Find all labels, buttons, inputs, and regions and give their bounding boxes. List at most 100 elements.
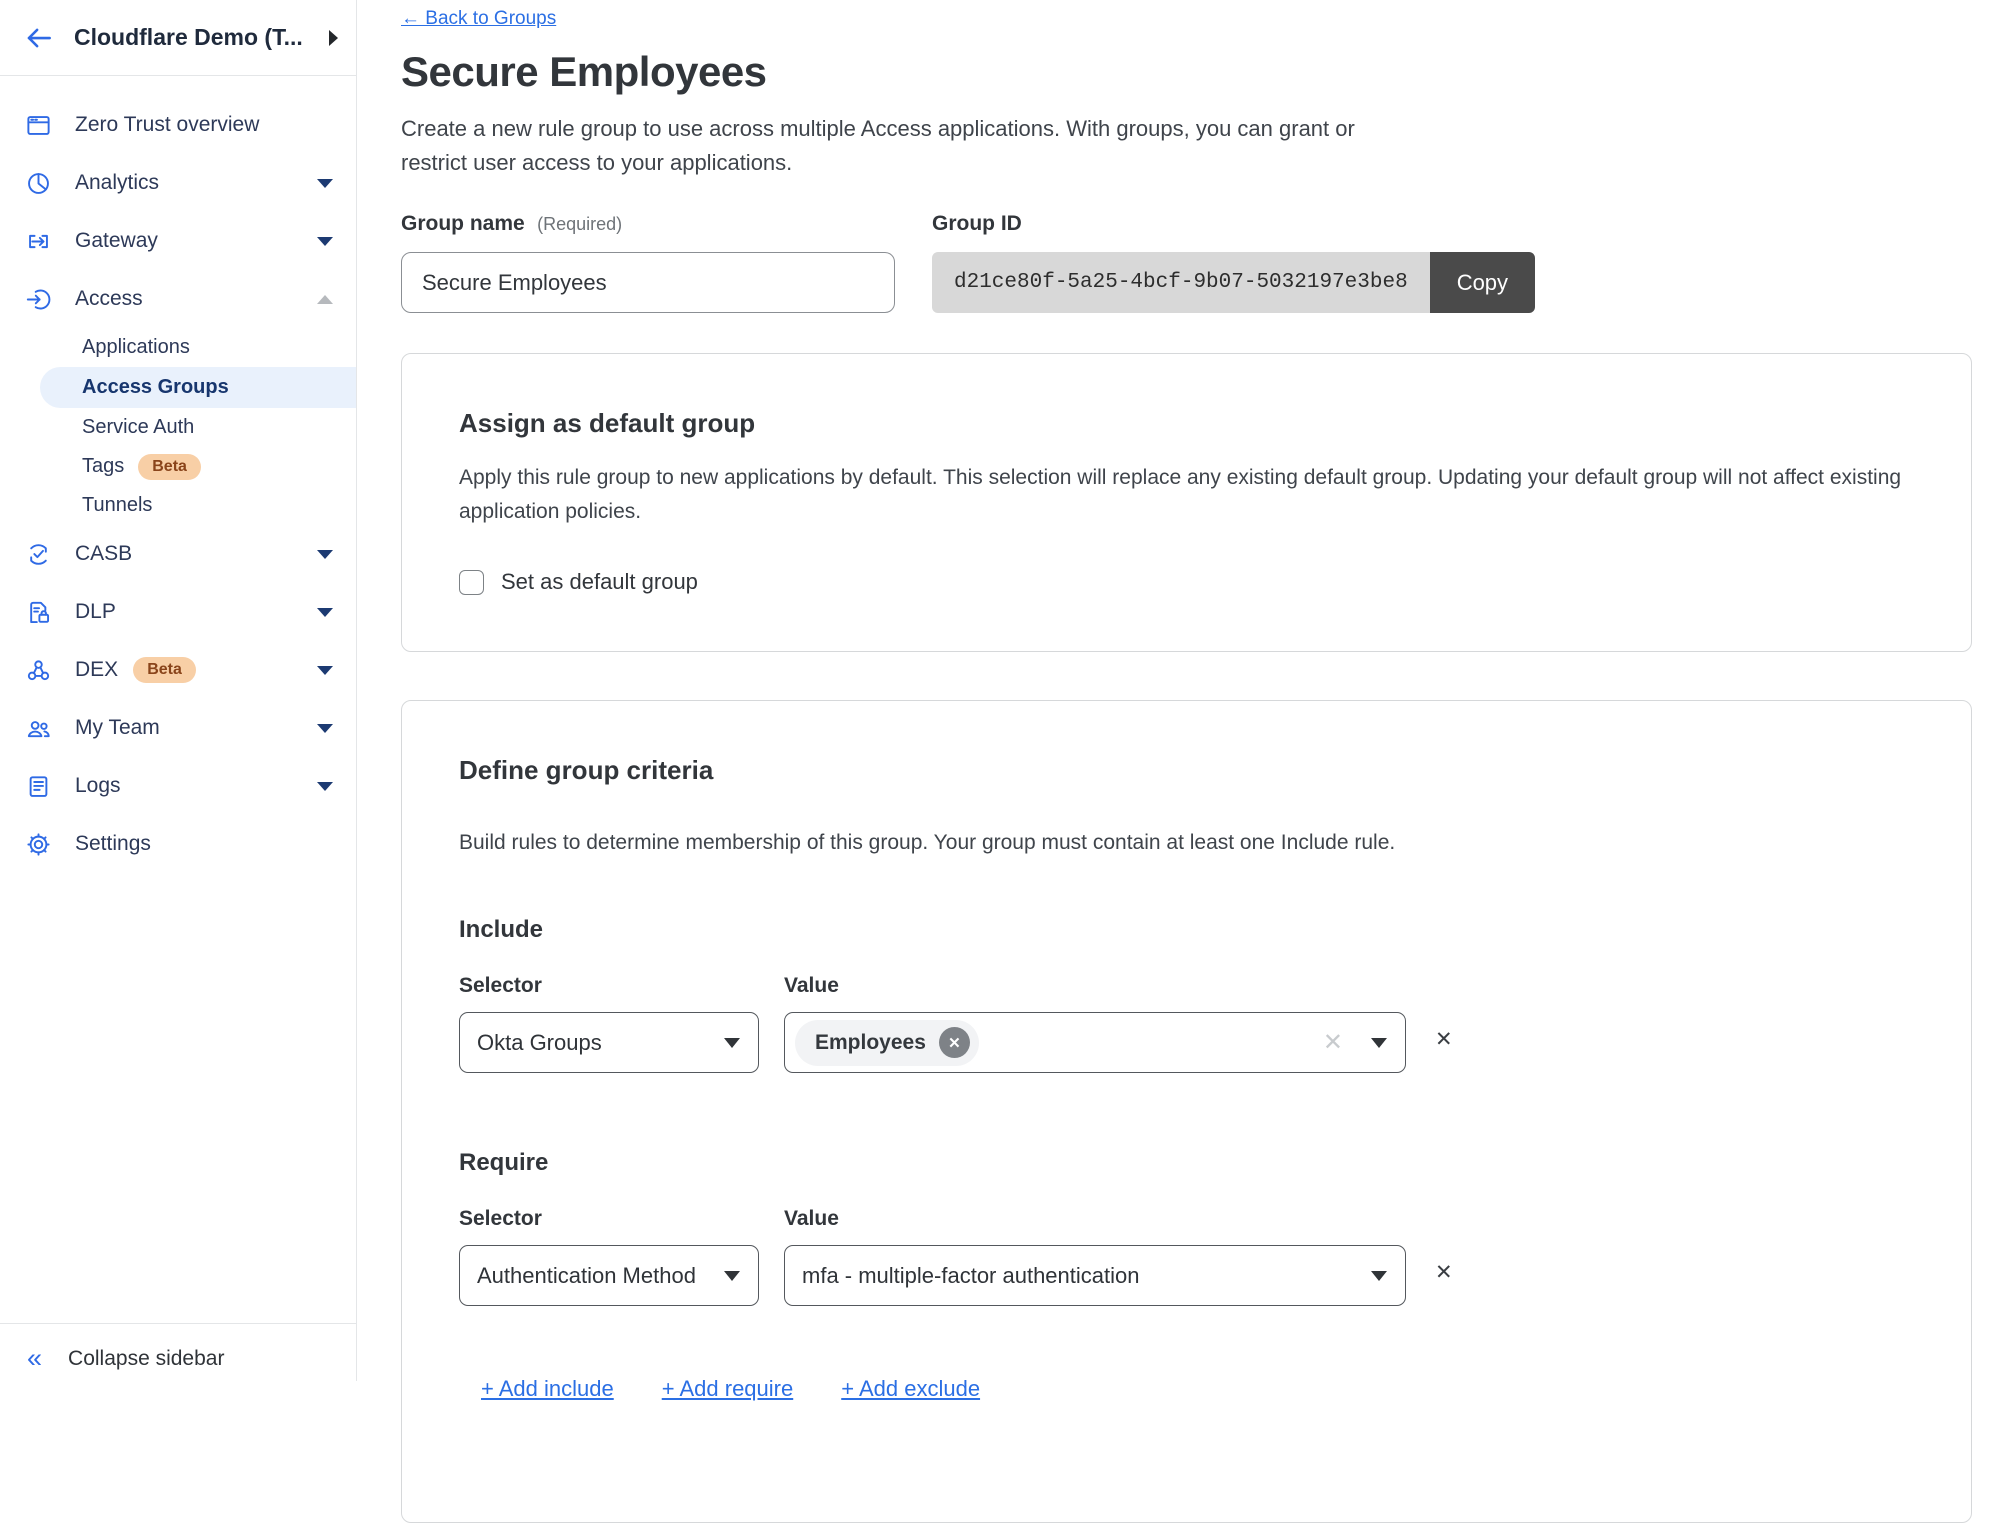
sidebar-item-label: My Team (75, 716, 294, 740)
chevron-down-icon (724, 1271, 740, 1281)
chevron-right-icon[interactable] (329, 30, 338, 46)
chevron-down-icon (1371, 1038, 1387, 1048)
clear-values-icon[interactable]: ✕ (1323, 1031, 1343, 1055)
default-group-body: Apply this rule group to new application… (459, 461, 1914, 529)
sidebar-item-dlp[interactable]: DLP (0, 583, 356, 641)
default-group-card: Assign as default group Apply this rule … (401, 353, 1972, 652)
add-require-link[interactable]: + Add require (662, 1376, 793, 1402)
page-title: Secure Employees (401, 48, 1972, 96)
logs-list-icon (25, 773, 52, 800)
sidebar-item-applications[interactable]: Applications (0, 328, 356, 367)
require-rule-row: Selector Authentication Method Value mfa… (459, 1207, 1914, 1306)
remove-tag-icon[interactable]: ✕ (939, 1027, 970, 1058)
chevron-down-icon[interactable] (317, 237, 333, 246)
sidebar-item-analytics[interactable]: Analytics (0, 154, 356, 212)
set-default-group-checkbox-row[interactable]: Set as default group (459, 569, 1914, 595)
include-selector-dropdown[interactable]: Okta Groups (459, 1012, 759, 1073)
sidebar-item-casb[interactable]: CASB (0, 525, 356, 583)
sidebar-item-dex[interactable]: DEX Beta (0, 641, 356, 699)
sidebar-item-label: Access (75, 287, 294, 311)
sidebar-subitem-label: Tags (82, 455, 124, 478)
chevron-down-icon[interactable] (317, 724, 333, 733)
chevron-down-icon (724, 1038, 740, 1048)
beta-badge: Beta (138, 454, 201, 480)
include-value-label: Value (784, 974, 1406, 998)
sidebar-item-label: Analytics (75, 171, 294, 195)
sidebar-item-logs[interactable]: Logs (0, 757, 356, 815)
remove-require-rule-icon[interactable]: ✕ (1435, 1262, 1453, 1283)
chevron-down-icon (1371, 1271, 1387, 1281)
sidebar-item-my-team[interactable]: My Team (0, 699, 356, 757)
set-default-group-checkbox[interactable] (459, 570, 484, 595)
group-name-label: Group name (401, 212, 525, 235)
sidebar-item-label: DLP (75, 600, 294, 624)
group-name-field: Group name (Required) (401, 212, 895, 313)
account-name[interactable]: Cloudflare Demo (T... (74, 24, 309, 51)
require-selector-label: Selector (459, 1207, 759, 1231)
document-lock-icon (25, 599, 52, 626)
criteria-card: Define group criteria Build rules to det… (401, 700, 1972, 1523)
group-id-label: Group ID (932, 212, 1535, 236)
sidebar-item-label: Logs (75, 774, 294, 798)
sidebar-item-gateway[interactable]: Gateway (0, 212, 356, 270)
criteria-heading: Define group criteria (459, 755, 1914, 786)
sidebar-item-settings[interactable]: Settings (0, 815, 356, 873)
chevron-up-icon[interactable] (317, 295, 333, 304)
add-include-link[interactable]: + Add include (481, 1376, 614, 1402)
chevron-down-icon[interactable] (317, 782, 333, 791)
required-hint: (Required) (537, 214, 622, 234)
sidebar-item-label: Zero Trust overview (75, 113, 333, 137)
chevron-down-icon[interactable] (317, 550, 333, 559)
sidebar-subitem-label: Service Auth (82, 416, 194, 439)
main-content: ← Back to Groups Secure Employees Create… (357, 0, 1999, 1381)
sidebar-item-label: Settings (75, 832, 333, 856)
chevron-down-icon[interactable] (317, 666, 333, 675)
sidebar-item-service-auth[interactable]: Service Auth (0, 408, 356, 447)
add-exclude-link[interactable]: + Add exclude (841, 1376, 980, 1402)
group-id-field: Group ID d21ce80f-5a25-4bcf-9b07-5032197… (932, 212, 1535, 313)
sidebar-subitem-label: Access Groups (82, 376, 229, 399)
require-selector-value: Authentication Method (477, 1263, 696, 1289)
include-selector-label: Selector (459, 974, 759, 998)
require-value-text: mfa - multiple-factor authentication (802, 1263, 1140, 1289)
require-heading: Require (459, 1149, 1914, 1177)
gear-icon (25, 831, 52, 858)
pie-chart-icon (25, 170, 52, 197)
sidebar-item-tags[interactable]: Tags Beta (0, 447, 356, 486)
chevron-down-icon[interactable] (317, 179, 333, 188)
sidebar-item-access[interactable]: Access (0, 270, 356, 328)
sidebar-item-label: CASB (75, 542, 294, 566)
set-default-group-label: Set as default group (501, 569, 698, 595)
default-group-heading: Assign as default group (459, 408, 1914, 439)
copy-button[interactable]: Copy (1430, 252, 1535, 313)
include-value-multiselect[interactable]: Employees ✕ ✕ (784, 1012, 1406, 1073)
value-tag-text: Employees (815, 1031, 926, 1055)
page-description: Create a new rule group to use across mu… (401, 112, 1391, 180)
sidebar-item-access-groups[interactable]: Access Groups (40, 367, 356, 408)
sidebar-item-text: DEX (75, 658, 118, 682)
sidebar-item-tunnels[interactable]: Tunnels (0, 486, 356, 525)
criteria-body: Build rules to determine membership of t… (459, 826, 1914, 860)
remove-include-rule-icon[interactable]: ✕ (1435, 1029, 1453, 1050)
sidebar-item-label: DEX Beta (75, 657, 294, 683)
back-arrow-icon[interactable] (24, 23, 54, 53)
gateway-icon (25, 228, 52, 255)
require-value-dropdown[interactable]: mfa - multiple-factor authentication (784, 1245, 1406, 1306)
require-selector-dropdown[interactable]: Authentication Method (459, 1245, 759, 1306)
network-nodes-icon (25, 657, 52, 684)
sidebar-subitem-label: Applications (82, 336, 190, 359)
sidebar-item-zero-trust-overview[interactable]: Zero Trust overview (0, 96, 356, 154)
include-heading: Include (459, 916, 1914, 944)
back-to-groups-link[interactable]: ← Back to Groups (401, 8, 556, 30)
sidebar-item-label: Gateway (75, 229, 294, 253)
chevron-down-icon[interactable] (317, 608, 333, 617)
window-icon (25, 112, 52, 139)
group-name-input[interactable] (401, 252, 895, 313)
sidebar-subitem-label: Tunnels (82, 494, 152, 517)
collapse-sidebar-button[interactable]: « Collapse sidebar (0, 1323, 356, 1381)
account-switcher[interactable]: Cloudflare Demo (T... (0, 0, 356, 76)
name-id-row: Group name (Required) Group ID d21ce80f-… (401, 212, 1972, 313)
add-rule-links: + Add include + Add require + Add exclud… (459, 1376, 1914, 1402)
casb-icon (25, 541, 52, 568)
require-value-label: Value (784, 1207, 1406, 1231)
